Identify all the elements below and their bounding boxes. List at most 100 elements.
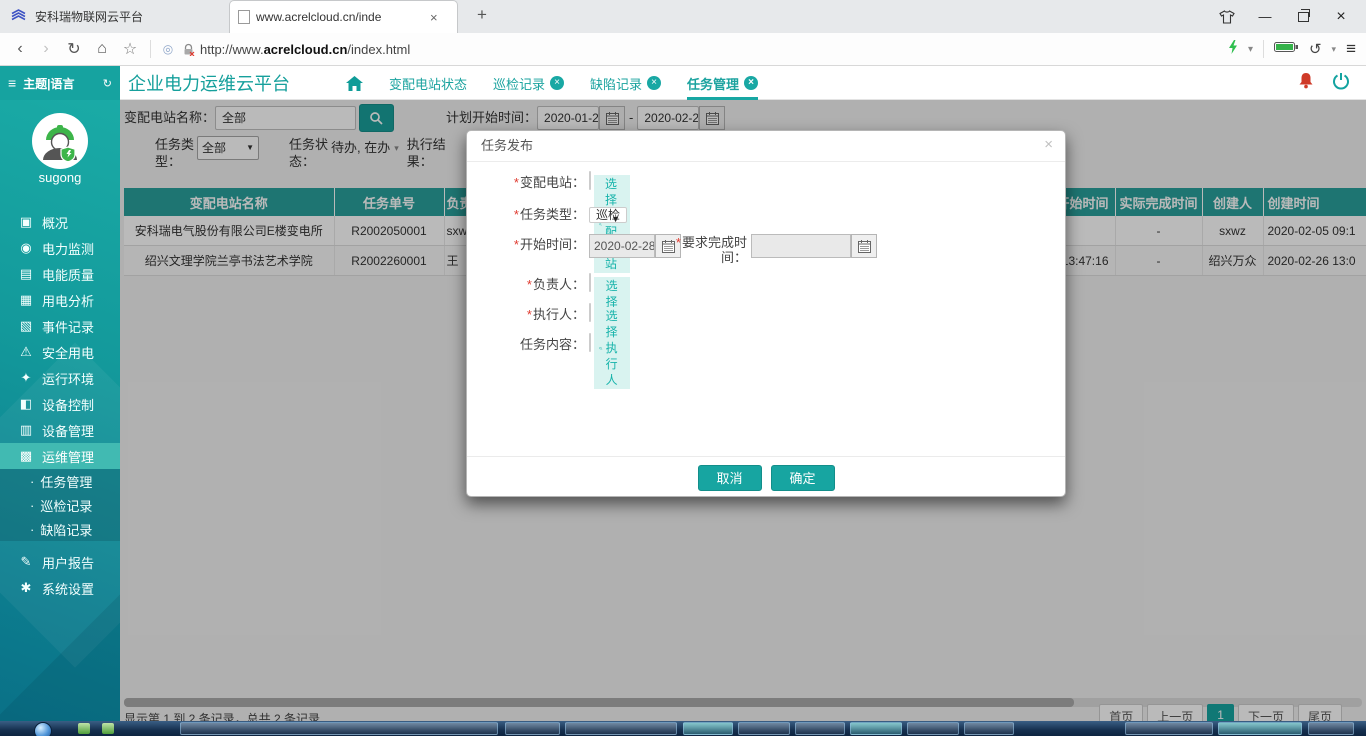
- insecure-lock-icon[interactable]: [179, 33, 197, 65]
- tab-defect-records[interactable]: 缺陷记录×: [590, 66, 661, 100]
- taskbar-window-button[interactable]: [1218, 722, 1302, 735]
- tab-title: www.acrelcloud.cn/inde: [256, 10, 424, 24]
- sidebar-item-device-management[interactable]: ▥设备管理: [0, 417, 120, 443]
- speed-bolt-icon[interactable]: [1228, 40, 1238, 59]
- battery-icon[interactable]: [1274, 40, 1299, 58]
- taskbar-tray-area[interactable]: [1308, 722, 1354, 735]
- theme-language-box[interactable]: ≡ 主题|语言 ↻: [0, 66, 120, 100]
- close-window-button[interactable]: ×: [1322, 0, 1360, 33]
- tab-close-icon[interactable]: ×: [430, 10, 438, 25]
- sidebar-menu-icon[interactable]: ≡: [8, 75, 16, 91]
- sidebar-item-usage-analysis[interactable]: ▦用电分析: [0, 287, 120, 313]
- browser-tab-inactive[interactable]: 安科瑞物联网云平台: [0, 0, 228, 33]
- station-picker-input[interactable]: 选择变配电站: [589, 171, 591, 190]
- start-date-input[interactable]: 2020-02-28: [589, 234, 655, 258]
- taskbar-window-button[interactable]: [180, 722, 498, 735]
- sidebar-item-system-settings[interactable]: ✱系统设置: [0, 575, 120, 601]
- windows-taskbar: [0, 721, 1366, 736]
- task-type-select[interactable]: 巡检▼: [589, 207, 627, 223]
- field-station: *变配电站： 选择变配电站: [467, 171, 1065, 197]
- username: sugong: [0, 170, 120, 185]
- home-tab-icon[interactable]: [346, 76, 363, 91]
- principal-picker-input[interactable]: 选择负责人: [589, 273, 591, 292]
- browser-tab-active[interactable]: www.acrelcloud.cn/inde ×: [229, 0, 458, 33]
- taskbar-window-button[interactable]: [683, 722, 733, 735]
- calendar-button[interactable]: [851, 234, 877, 258]
- modal-close-icon[interactable]: ×: [1044, 137, 1053, 152]
- taskbar-window-button[interactable]: [850, 722, 902, 735]
- sidebar-item-power-monitoring[interactable]: ◉电力监测: [0, 235, 120, 261]
- finish-date-input[interactable]: [751, 234, 851, 258]
- header-refresh-icon[interactable]: ↻: [103, 77, 112, 90]
- notification-bell-icon[interactable]: [1298, 72, 1314, 94]
- taskbar-app-icon[interactable]: [78, 723, 90, 734]
- modal-title: 任务发布: [467, 131, 1065, 162]
- settings-icon: ✱: [18, 580, 34, 596]
- device-management-icon: ▥: [18, 422, 34, 438]
- taskbar-window-button[interactable]: [964, 722, 1014, 735]
- tab-task-management[interactable]: 任务管理×: [687, 66, 758, 100]
- start-button[interactable]: [34, 722, 52, 736]
- user-report-icon: ✎: [18, 554, 34, 570]
- confirm-button[interactable]: 确定: [771, 465, 835, 491]
- sidebar-item-device-control[interactable]: ◧设备控制: [0, 391, 120, 417]
- logout-power-icon[interactable]: [1332, 72, 1350, 95]
- chevron-down-icon[interactable]: ▾: [1248, 44, 1253, 55]
- app-tab-strip: 变配电站状态 巡检记录× 缺陷记录× 任务管理×: [346, 66, 758, 100]
- sidebar: sugong ▣概况 ◉电力监测 ▤电能质量 ▦用电分析 ▧事件记录 ⚠安全用电…: [0, 100, 120, 736]
- sidebar-subitem-task-management[interactable]: ·任务管理: [0, 469, 120, 493]
- taskbar-window-button[interactable]: [738, 722, 790, 735]
- station-label: *变配电站：: [467, 171, 585, 195]
- app-header: ≡ 主题|语言 ↻ 企业电力运维云平台 变配电站状态 巡检记录× 缺陷记录× 任…: [0, 66, 1366, 100]
- forward-icon[interactable]: ›: [34, 33, 58, 65]
- executor-picker-input[interactable]: 选择执行人: [589, 303, 591, 322]
- browser-menu-icon[interactable]: ≡: [1346, 39, 1356, 59]
- tab-substation-status[interactable]: 变配电站状态: [389, 66, 467, 100]
- minimize-button[interactable]: —: [1246, 0, 1284, 33]
- tab-close-icon[interactable]: ×: [744, 76, 758, 90]
- tab-close-icon[interactable]: ×: [647, 76, 661, 90]
- start-time-label: *开始时间：: [467, 233, 585, 257]
- sidebar-item-event-records[interactable]: ▧事件记录: [0, 313, 120, 339]
- taskbar-window-button[interactable]: [505, 722, 560, 735]
- task-content-input[interactable]: [589, 333, 591, 352]
- undo-icon[interactable]: ↺: [1309, 40, 1322, 58]
- sidebar-item-safe-electricity[interactable]: ⚠安全用电: [0, 339, 120, 365]
- sidebar-subitem-defect-records[interactable]: ·缺陷记录: [0, 517, 120, 541]
- safety-icon: ⚠: [18, 344, 34, 360]
- sidebar-subitem-inspection-records[interactable]: ·巡检记录: [0, 493, 120, 517]
- bullet: ·: [30, 498, 34, 513]
- browser-tab-bar: 安科瑞物联网云平台 www.acrelcloud.cn/inde × + — ×: [0, 0, 1366, 33]
- skin-tshirt-icon[interactable]: [1208, 0, 1246, 33]
- window-controls: — ×: [1208, 0, 1360, 33]
- cancel-button[interactable]: 取消: [698, 465, 762, 491]
- sidebar-item-user-reports[interactable]: ✎用户报告: [0, 549, 120, 575]
- taskbar-window-button[interactable]: [565, 722, 677, 735]
- sidebar-item-om-management[interactable]: ▩运维管理: [0, 443, 120, 469]
- back-icon[interactable]: ‹: [8, 33, 32, 65]
- taskbar-window-button[interactable]: [1125, 722, 1213, 735]
- theme-language-label[interactable]: 主题|语言: [23, 75, 74, 92]
- tab-inspection-records[interactable]: 巡检记录×: [493, 66, 564, 100]
- select-caret-icon: ▼: [611, 208, 620, 230]
- sidebar-item-environment[interactable]: ✦运行环境: [0, 365, 120, 391]
- taskbar-window-button[interactable]: [795, 722, 845, 735]
- taskbar-app-icon[interactable]: [102, 723, 114, 734]
- favorite-star-icon[interactable]: ☆: [118, 33, 142, 65]
- restore-icon: [1298, 12, 1309, 22]
- new-tab-button[interactable]: +: [470, 5, 494, 25]
- url-field[interactable]: http://www.acrelcloud.cn/index.html: [200, 33, 410, 65]
- calendar-icon: [858, 240, 871, 253]
- refresh-icon[interactable]: ↻: [62, 33, 86, 65]
- divider: [1263, 40, 1264, 58]
- restore-button[interactable]: [1284, 0, 1322, 33]
- sidebar-item-power-quality[interactable]: ▤电能质量: [0, 261, 120, 287]
- taskbar-window-button[interactable]: [907, 722, 959, 735]
- undo-dropdown-caret-icon[interactable]: ▾: [1332, 44, 1337, 55]
- sidebar-item-overview[interactable]: ▣概况: [0, 209, 120, 235]
- site-indicator-icon[interactable]: ◎: [158, 33, 178, 65]
- browser-address-bar: ‹ › ↻ ⌂ ☆ ◎ http://www.acrelcloud.cn/ind…: [0, 33, 1366, 66]
- sidebar-submenu: ·任务管理 ·巡检记录 ·缺陷记录: [0, 469, 120, 541]
- home-icon[interactable]: ⌂: [90, 33, 114, 65]
- tab-close-icon[interactable]: ×: [550, 76, 564, 90]
